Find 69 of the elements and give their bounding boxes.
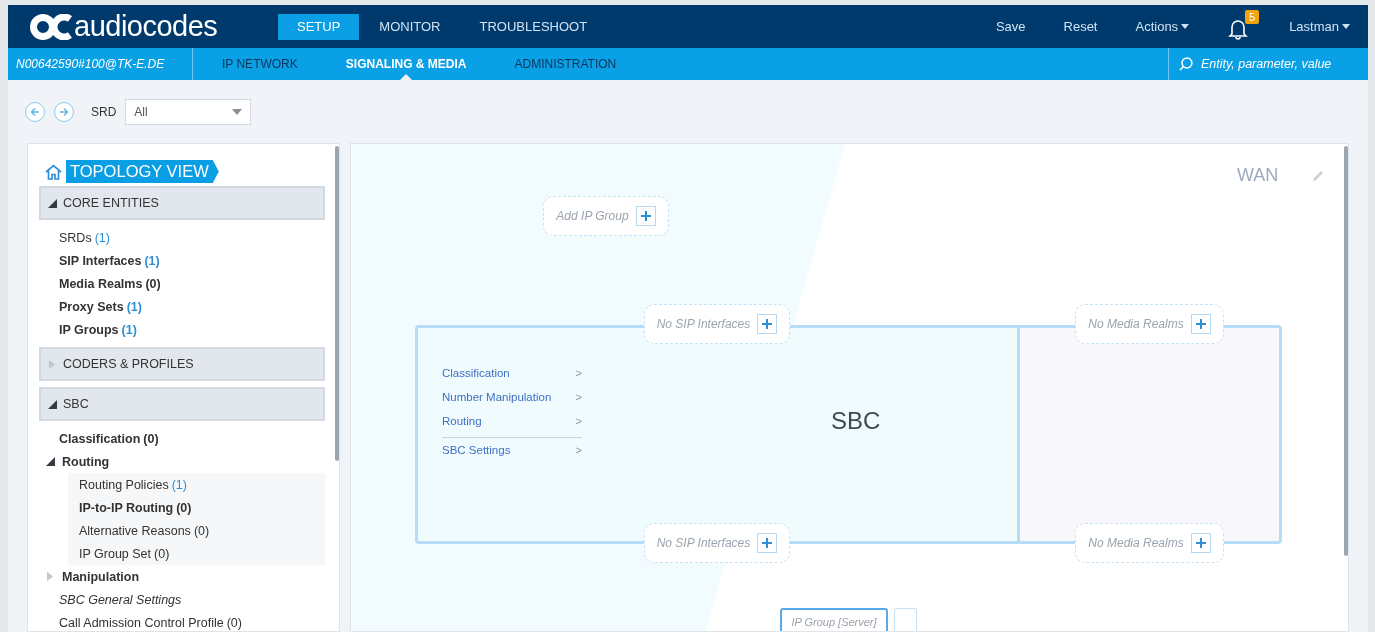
sbc-menu-link[interactable]: Number Manipulation > xyxy=(442,385,582,409)
add-button[interactable] xyxy=(757,533,778,553)
tree-item[interactable]: SBC General Settings xyxy=(39,588,325,611)
forward-button[interactable] xyxy=(54,101,74,122)
media-realm-slot: No Media Realms xyxy=(1075,523,1224,563)
sbc-menu-link[interactable]: Classification > xyxy=(442,361,582,385)
sip-interface-slot: No SIP Interfaces xyxy=(644,523,790,563)
collapse-triangle-icon[interactable] xyxy=(48,399,57,409)
tree-item[interactable]: IP Groups (1) xyxy=(39,318,325,341)
plus-icon xyxy=(1195,538,1206,548)
media-realm-slot: No Media Realms xyxy=(1075,304,1224,344)
caret-icon xyxy=(1181,24,1190,29)
plus-icon xyxy=(762,538,773,548)
search-field[interactable]: Entity, parameter, value xyxy=(1198,56,1368,72)
brand-name: audiocodes xyxy=(74,12,218,41)
bell-icon xyxy=(1228,18,1249,40)
section-tab[interactable]: IP NETWORK xyxy=(198,48,322,80)
arrow-left-icon xyxy=(30,106,40,117)
action-link[interactable]: Save xyxy=(995,19,1026,34)
tree-item[interactable]: Media Realms (0) xyxy=(39,272,325,295)
collapse-triangle-icon[interactable] xyxy=(48,198,57,208)
home-icon[interactable] xyxy=(45,163,62,180)
sbc-menu-link[interactable]: SBC Settings > xyxy=(442,437,582,461)
nav-tab[interactable]: TROUBLESHOOT xyxy=(460,13,607,40)
tree-item[interactable]: Classification (0) xyxy=(39,427,325,450)
scrollbar-thumb[interactable] xyxy=(335,146,339,461)
action-link[interactable]: Reset xyxy=(1063,19,1098,34)
plus-icon xyxy=(762,319,773,329)
tree-item[interactable]: IP-to-IP Routing (0) xyxy=(68,496,325,519)
actions-menu[interactable]: Actions xyxy=(1135,19,1190,34)
tree-item[interactable]: SRDs (1) xyxy=(39,226,325,249)
search-icon xyxy=(1179,57,1193,71)
add-button[interactable] xyxy=(635,206,656,226)
tree-item[interactable]: Routing xyxy=(39,450,325,473)
sip-interface-slot: No SIP Interfaces xyxy=(644,304,790,344)
dropdown-caret-icon xyxy=(232,108,243,115)
section-tab[interactable]: ADMINISTRATION xyxy=(490,48,641,80)
node-button[interactable] xyxy=(894,608,917,631)
topology-view-title: TOPOLOGY VIEW xyxy=(66,160,219,183)
collapse-triangle-icon[interactable] xyxy=(46,457,55,466)
user-menu[interactable]: Lastman xyxy=(1289,19,1350,34)
logo-icon xyxy=(30,13,72,40)
notification-count: 5 xyxy=(1245,9,1260,24)
section-header[interactable]: CORE ENTITIES xyxy=(39,186,325,220)
back-button[interactable] xyxy=(25,101,45,122)
zone-label: WAN xyxy=(1237,165,1279,186)
sbc-title: SBC xyxy=(831,407,881,435)
add-button[interactable] xyxy=(1190,533,1211,553)
srd-select[interactable]: All xyxy=(125,98,252,125)
tree-item[interactable]: Alternative Reasons (0) xyxy=(68,519,325,542)
section-header[interactable]: CODERS & PROFILES xyxy=(39,347,325,381)
srd-label: SRD xyxy=(91,104,117,119)
tree-item[interactable]: IP Group Set (0) xyxy=(68,542,325,565)
add-button[interactable] xyxy=(757,314,778,334)
tree-item[interactable]: Routing Policies (1) xyxy=(68,473,325,496)
caret-icon xyxy=(1342,24,1350,29)
device-name: N00642590#100@TK-E.DE xyxy=(8,48,193,80)
scrollbar-thumb[interactable] xyxy=(1344,146,1348,556)
tree-item[interactable]: SIP Interfaces (1) xyxy=(39,249,325,272)
arrow-right-icon xyxy=(59,106,69,117)
add-button[interactable] xyxy=(1190,314,1211,334)
plus-icon xyxy=(640,211,651,221)
nav-tab[interactable]: MONITOR xyxy=(360,13,460,40)
plus-icon xyxy=(1195,319,1206,329)
tree-item[interactable]: Call Admission Control Profile (0) xyxy=(39,611,325,631)
sbc-menu-link[interactable]: Routing > xyxy=(442,409,582,433)
section-header[interactable]: SBC xyxy=(39,387,325,421)
tree-item[interactable]: Proxy Sets (1) xyxy=(39,295,325,318)
tree-item[interactable]: Manipulation xyxy=(39,565,325,588)
